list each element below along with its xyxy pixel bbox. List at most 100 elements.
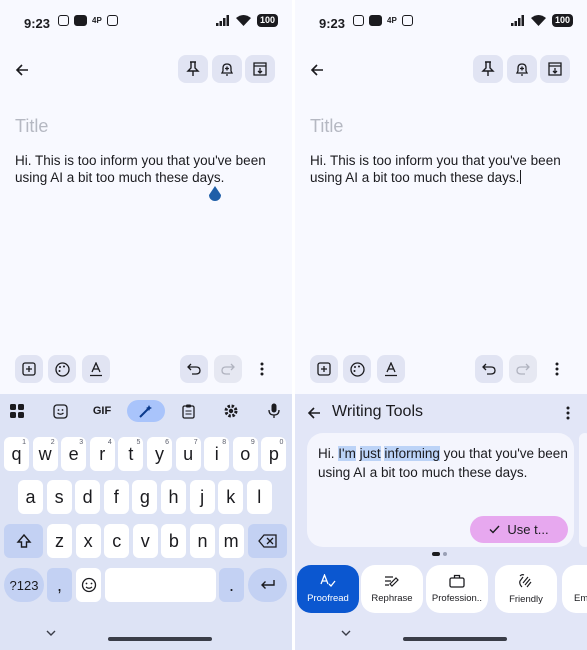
key-s[interactable]: s — [46, 480, 72, 514]
settings-gear-icon[interactable] — [220, 400, 242, 422]
note-body-input[interactable]: Hi. This is too inform you that you've b… — [310, 152, 572, 186]
reminder-button[interactable] — [507, 55, 537, 83]
key-j[interactable]: j — [189, 480, 215, 514]
apps-grid-icon[interactable] — [6, 400, 28, 422]
key-t[interactable]: t5 — [118, 437, 144, 471]
note-title-input[interactable]: Title — [15, 116, 48, 137]
key-hint-digit: 0 — [279, 439, 284, 446]
palette-button[interactable] — [48, 355, 76, 383]
key-y[interactable]: y6 — [147, 437, 172, 471]
writing-tools-more-button[interactable] — [561, 404, 575, 422]
keyboard-hide-chevron-icon[interactable] — [339, 628, 353, 638]
shift-arrow-icon — [15, 533, 32, 548]
archive-button[interactable] — [245, 55, 275, 83]
text-cursor-handle[interactable] — [208, 186, 222, 204]
status-badge: 4P — [387, 16, 397, 25]
keyboard-hide-chevron-icon[interactable] — [44, 628, 58, 638]
key-label: m — [223, 530, 239, 551]
back-button[interactable] — [10, 58, 34, 82]
add-box-icon — [22, 362, 36, 376]
inbox-icon — [401, 15, 413, 26]
chip-proofread[interactable]: Proofread — [297, 565, 359, 613]
add-button[interactable] — [15, 355, 43, 383]
chip-professional[interactable]: Profession.. — [426, 565, 488, 613]
backspace-icon — [257, 534, 277, 548]
magic-compose-button[interactable] — [127, 400, 165, 422]
key-e[interactable]: e3 — [61, 437, 87, 471]
gesture-nav-bar[interactable] — [108, 637, 212, 641]
note-title-input[interactable]: Title — [310, 116, 343, 137]
period-key[interactable]: . — [219, 568, 244, 602]
use-suggestion-button[interactable]: Use t... — [470, 516, 568, 543]
reminder-button[interactable] — [212, 55, 242, 83]
add-box-icon — [317, 362, 331, 376]
key-w[interactable]: w2 — [32, 437, 58, 471]
keyboard-toolbar: GIF — [0, 400, 292, 422]
back-button[interactable] — [305, 58, 329, 82]
key-i[interactable]: i8 — [204, 437, 230, 471]
more-options-button[interactable] — [249, 355, 275, 383]
key-m[interactable]: m — [218, 524, 244, 558]
more-options-button[interactable] — [544, 355, 570, 383]
key-a[interactable]: a — [18, 480, 43, 514]
key-label: y — [155, 443, 164, 464]
key-v[interactable]: v — [132, 524, 158, 558]
key-x[interactable]: x — [75, 524, 101, 558]
key-f[interactable]: f — [103, 480, 129, 514]
gif-button[interactable]: GIF — [91, 400, 113, 422]
battery-indicator: 100 — [256, 14, 278, 27]
key-n[interactable]: n — [190, 524, 215, 558]
key-z[interactable]: z — [47, 524, 72, 558]
chip-friendly[interactable]: Friendly — [495, 565, 557, 613]
chip-rephrase[interactable]: Rephrase — [361, 565, 423, 613]
undo-button[interactable] — [180, 355, 208, 383]
enter-key[interactable] — [248, 568, 287, 602]
pin-button[interactable] — [178, 55, 208, 83]
chip-emojify[interactable]: Em — [562, 565, 587, 613]
text-format-button[interactable] — [377, 355, 405, 383]
key-d[interactable]: d — [75, 480, 101, 514]
key-q[interactable]: q1 — [4, 437, 29, 471]
signal-icon — [215, 15, 229, 26]
key-l[interactable]: l — [246, 480, 272, 514]
backspace-key[interactable] — [248, 524, 287, 558]
sticker-icon[interactable] — [49, 400, 71, 422]
key-u[interactable]: u7 — [175, 437, 201, 471]
key-h[interactable]: h — [161, 480, 186, 514]
undo-button[interactable] — [475, 355, 503, 383]
space-key[interactable] — [105, 568, 216, 602]
key-c[interactable]: c — [104, 524, 130, 558]
note-body-input[interactable]: Hi. This is too inform you that you've b… — [15, 152, 277, 186]
key-label: d — [82, 486, 93, 507]
redo-button[interactable] — [214, 355, 242, 383]
next-suggestion-card-edge[interactable] — [579, 433, 587, 547]
gesture-nav-bar[interactable] — [403, 637, 507, 641]
status-notification-icons: 4P — [58, 15, 118, 26]
add-button[interactable] — [310, 355, 338, 383]
status-system-icons: 100 — [510, 14, 573, 27]
key-label: c — [112, 530, 122, 551]
emoji-key[interactable] — [76, 568, 101, 602]
palette-icon — [349, 361, 365, 377]
microphone-icon[interactable] — [263, 400, 285, 422]
key-b[interactable]: b — [161, 524, 187, 558]
comma-key[interactable]: , — [47, 568, 72, 602]
key-p[interactable]: p0 — [261, 437, 287, 471]
redo-button[interactable] — [509, 355, 537, 383]
page-dot-active — [432, 552, 440, 556]
signal-icon — [510, 15, 524, 26]
archive-button[interactable] — [540, 55, 570, 83]
key-g[interactable]: g — [132, 480, 158, 514]
key-hint-digit: 1 — [22, 439, 26, 446]
text-format-button[interactable] — [82, 355, 110, 383]
palette-button[interactable] — [343, 355, 371, 383]
key-r[interactable]: r4 — [89, 437, 115, 471]
clipboard-icon[interactable] — [177, 400, 199, 422]
symbols-key[interactable]: ?123 — [4, 568, 44, 602]
key-o[interactable]: o9 — [232, 437, 258, 471]
writing-tools-back-button[interactable] — [304, 403, 324, 423]
pin-button[interactable] — [473, 55, 503, 83]
key-k[interactable]: k — [218, 480, 244, 514]
key-label: e — [68, 443, 79, 464]
shift-key[interactable] — [4, 524, 43, 558]
